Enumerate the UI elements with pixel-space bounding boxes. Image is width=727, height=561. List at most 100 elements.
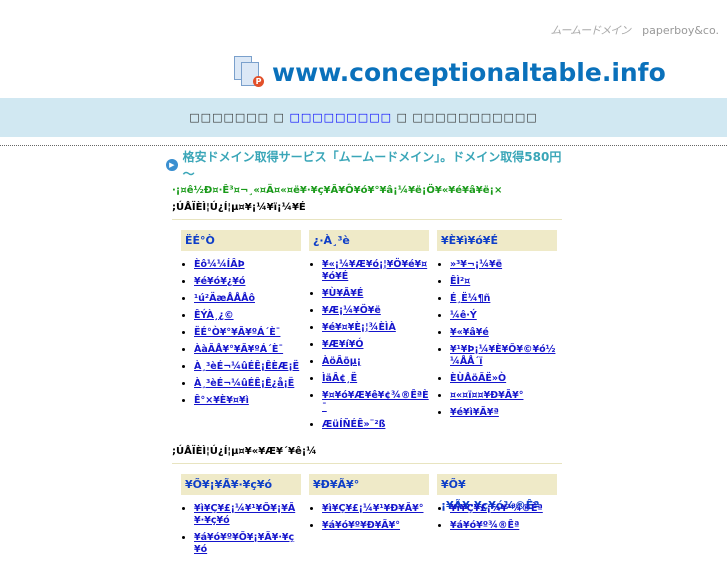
category-list: ¥ì¥Ç¥£¡¼¥¹¥Ð¥Ã¥° ¥á¥ó¥º¥Ð¥Ã¥° [309, 503, 429, 532]
category-link[interactable]: ¥ì¥Ç¥£¡¼¥¹¥Õ¥¡¥Ã¥·¥ç¥ó [194, 503, 295, 526]
category-link[interactable]: ÈÙÅöÃË»Ò [450, 373, 506, 384]
category-link[interactable]: ¥Æ¡¼¥Ö¥ë [322, 305, 381, 316]
list-item: ¥Æ¥í¥Ó [322, 339, 429, 351]
category-link[interactable]: ËÉ°Ò¥°¥Ã¥ºÁ´È¯ [194, 327, 280, 338]
list-item: ¥¤¥ó¥Æ¥ê¥¢¾®ÊªÈ¯ [322, 390, 429, 414]
category-link[interactable]: ÀàÃÅ¥°¥Ã¥ºÁ´È¯ [194, 344, 283, 355]
section-heading: ;ÚÅÏÈÌ¦Ú¿Í¦µ¤¥«¥Æ¥´¥ê¡¼ [172, 446, 562, 464]
list-item: ¥ì¥Ç¥£¡¼¥¹¥Õ¥¡¥Ã¥·¥ç¥ó [194, 503, 301, 527]
list-item: »³¥¬¡¼¥ë [450, 259, 557, 271]
list-item: Ê°×¥È¥¤¥ì [194, 395, 301, 407]
list-item: ¥á¥ó¥º¥Ð¥Ã¥° [322, 520, 429, 532]
dotted-divider [0, 145, 727, 146]
category-link[interactable]: À¸³èÉ¬¼ûÉÊ¡ÊÈÆ¡Ë [194, 361, 299, 372]
category-link[interactable]: »³¥¬¡¼¥ë [450, 259, 502, 270]
list-item: É¸Ë¼¶ñ [450, 293, 557, 305]
category-link[interactable]: Ê°×¥È¥¤¥ì [194, 395, 249, 406]
domain-name: www.conceptionaltable.info [272, 57, 666, 87]
main-content: ▶ 格安ドメイン取得サービス「ムームードメイン」。ドメイン取得580円～ ·¡¤ê… [166, 150, 562, 561]
category-link[interactable]: ¥¤¥ó¥Æ¥ê¥¢¾®ÊªÈ¯ [322, 390, 429, 413]
category-list: ¥«¡¼¥Æ¥ó¡¦¥Ö¥é¥¤¥ó¥É ¥Ù¥Ã¥É ¥Æ¡¼¥Ö¥ë ¥é¥¤¥È… [309, 259, 429, 431]
category-link[interactable]: ÌäÂ¢¸Ë [322, 373, 357, 384]
category-link[interactable]: ¥¹¥Þ¡¼¥È¥Õ¥©¥ó½¼ÅÅ´ï [450, 344, 555, 367]
category-link[interactable]: ¥Æ¥í¥Ó [322, 339, 363, 350]
list-item: ¥á¥ó¥º¥Õ¥¡¥Ã¥·¥ç¥ó [194, 532, 301, 556]
category-column: ¥Õ¥¡¥Ã¥·¥ç¥ó ¥ì¥Ç¥£¡¼¥¹¥Õ¥¡¥Ã¥·¥ç¥ó ¥á¥ó¥º… [181, 474, 301, 561]
list-item: ¥«¥â¥é [450, 327, 557, 339]
category-link[interactable]: ¼ê·Ý [450, 310, 477, 321]
promo-text[interactable]: ·¡¤ê½Ð¤·Ê³¤¬¸«¤Ä¤«¤ë¥·¥ç¥Ã¥Ô¥ó¥°¥â¡¼¥ë¡Ö… [172, 185, 562, 196]
list-item: ÌäÂ¢¸Ë [322, 373, 429, 385]
muumuu-logo[interactable]: ムームードメイン [550, 22, 631, 38]
category-columns: ¥Õ¥¡¥Ã¥·¥ç¥ó ¥ì¥Ç¥£¡¼¥¹¥Õ¥¡¥Ã¥·¥ç¥ó ¥á¥ó¥º… [181, 474, 562, 561]
play-icon: ▶ [166, 159, 178, 171]
category-column: ¥Ð¥Ã¥° ¥ì¥Ç¥£¡¼¥¹¥Ð¥Ã¥° ¥á¥ó¥º¥Ð¥Ã¥° [309, 474, 429, 561]
brand-logos: ムームードメイン paperboy&co. [550, 22, 719, 38]
list-item: ¥ì¥Ç¥£¡¼¥¹¥Ð¥Ã¥° [322, 503, 429, 515]
category-link[interactable]: Èô¼¼ÍÂÞ [194, 259, 245, 270]
list-item: ËÉ°Ò¥°¥Ã¥ºÁ´È¯ [194, 327, 301, 339]
category-link[interactable]: ¥á¥ó¥º¾®Êª [450, 520, 519, 531]
list-item: ¥é¥¤¥È¡¦¾ÈÌÀ [322, 322, 429, 334]
list-item: ¤«¤ï¤¤¥Ð¥Ã¥° [450, 390, 557, 402]
category-columns: ËÉ°Ò Èô¼¼ÍÂÞ ¥é¥ó¥¿¥ó ¹ú²ÄæÅÅÅô ÊÝÀ¸¿© ËÉ°Ò¥°… [181, 230, 562, 436]
list-item: ¥«¡¼¥Æ¥ó¡¦¥Ö¥é¥¤¥ó¥É [322, 259, 429, 283]
category-link[interactable]: ¥é¥ì¥Ã¥ª [450, 407, 499, 418]
category-link[interactable]: ¥«¥â¥é [450, 327, 489, 338]
category-link[interactable]: ¥á¥ó¥º¥Õ¥¡¥Ã¥·¥ç¥ó [194, 532, 294, 555]
nav-text-left: □□□□□□□ □ [189, 111, 285, 124]
category-link[interactable]: ¤«¤ï¤¤¥Ð¥Ã¥° [450, 390, 523, 401]
category-link[interactable]: ¥Ù¥Ã¥É [322, 288, 363, 299]
list-item: ¥Æ¡¼¥Ö¥ë [322, 305, 429, 317]
list-item: ÊÝÀ¸¿© [194, 310, 301, 322]
list-item: ¥é¥ó¥¿¥ó [194, 276, 301, 288]
category-list: ¥ì¥Ç¥£¡¼¥¹¥Õ¥¡¥Ã¥·¥ç¥ó ¥á¥ó¥º¥Õ¥¡¥Ã¥·¥ç¥ó [181, 503, 301, 556]
category-link[interactable]: ¥é¥ó¥¿¥ó [194, 276, 245, 287]
nav-link[interactable]: □□□□□□□□□ [289, 111, 392, 124]
category-list: »³¥¬¡¼¥ë ÊÌ²¤ É¸Ë¼¶ñ ¼ê·Ý ¥«¥â¥é ¥¹¥Þ¡¼¥È¥Õ¥©… [437, 259, 557, 419]
category-column: ¥È¥ì¥ó¥É »³¥¬¡¼¥ë ÊÌ²¤ É¸Ë¼¶ñ ¼ê·Ý ¥«¥â¥é ¥¹¥Þ… [437, 230, 557, 436]
category-link[interactable]: É¸Ë¼¶ñ [450, 293, 490, 304]
category-column: ¿·À¸³è ¥«¡¼¥Æ¥ó¡¦¥Ö¥é¥¤¥ó¥É ¥Ù¥Ã¥É ¥Æ¡¼¥Ö¥ë… [309, 230, 429, 436]
category-column: ËÉ°Ò Èô¼¼ÍÂÞ ¥é¥ó¥¿¥ó ¹ú²ÄæÅÅÅô ÊÝÀ¸¿© ËÉ°Ò¥°… [181, 230, 301, 436]
list-item: ¥¹¥Þ¡¼¥È¥Õ¥©¥ó½¼ÅÅ´ï [450, 344, 557, 368]
document-icon: P [232, 54, 266, 90]
list-item: ¥ì¥Ç¥£¡¼¥¹¾®Êª [450, 503, 557, 515]
category-header: ¥È¥ì¥ó¥É [437, 230, 557, 251]
paperboy-logo[interactable]: paperboy&co. [642, 24, 719, 37]
category-link[interactable]: À¸³èÉ¬¼ûÉÊ¡Ê¿å¡Ë [194, 378, 294, 389]
nav-band: □□□□□□□ □ □□□□□□□□□ □ □□□□□□□□□□□ [0, 98, 727, 137]
category-list: Èô¼¼ÍÂÞ ¥é¥ó¥¿¥ó ¹ú²ÄæÅÅÅô ÊÝÀ¸¿© ËÉ°Ò¥°¥Ã¥º… [181, 259, 301, 407]
site-title: P www.conceptionaltable.info [232, 54, 666, 90]
list-item: ¥é¥ì¥Ã¥ª [450, 407, 557, 419]
category-link[interactable]: ¥é¥¤¥È¡¦¾ÈÌÀ [322, 322, 396, 333]
category-link[interactable]: ¥ì¥Ç¥£¡¼¥¹¾®Êª [450, 503, 543, 514]
list-item: ÆüÍÑÉÊ»¨²ß [322, 419, 429, 431]
category-link[interactable]: ¹ú²ÄæÅÅÅô [194, 293, 255, 304]
list-item: ÊÌ²¤ [450, 276, 557, 288]
list-item: ÀöÂõµ¡ [322, 356, 429, 368]
category-column: ¥Õ¥¡¥Ã¥·¥ç¥ó¾®Êª¥ì¥Ç¥£¡¼¥¹¾®Êª ¥á¥ó¥º¾®Êª [437, 474, 557, 561]
nav-text-right: □ □□□□□□□□□□□ [396, 111, 538, 124]
banner-text: 格安ドメイン取得サービス「ムームードメイン」。ドメイン取得580円～ [182, 150, 562, 181]
list-item: ¼ê·Ý [450, 310, 557, 322]
category-link[interactable]: ÊÝÀ¸¿© [194, 310, 234, 321]
category-link[interactable]: ¥á¥ó¥º¥Ð¥Ã¥° [322, 520, 400, 531]
category-link[interactable]: ¥ì¥Ç¥£¡¼¥¹¥Ð¥Ã¥° [322, 503, 424, 514]
section-heading: ;ÚÅÏÈÌ¦Ú¿Í¦µ¤¥¡¼¥ï¡¼¥É [172, 202, 562, 220]
category-link[interactable]: ÆüÍÑÉÊ»¨²ß [322, 419, 385, 430]
category-header: ¥Õ¥¡¥Ã¥·¥ç¥ó¾®Êª [437, 474, 557, 512]
list-item: ÀàÃÅ¥°¥Ã¥ºÁ´È¯ [194, 344, 301, 356]
list-item: ¹ú²ÄæÅÅÅô [194, 293, 301, 305]
muumuu-banner[interactable]: ▶ 格安ドメイン取得サービス「ムームードメイン」。ドメイン取得580円～ [166, 150, 562, 181]
category-list: ¥ì¥Ç¥£¡¼¥¹¾®Êª ¥á¥ó¥º¾®Êª [437, 503, 557, 532]
list-item: ¥á¥ó¥º¾®Êª [450, 520, 557, 532]
category-link[interactable]: ¥«¡¼¥Æ¥ó¡¦¥Ö¥é¥¤¥ó¥É [322, 259, 427, 282]
category-header: ¿·À¸³è [309, 230, 429, 251]
list-item: À¸³èÉ¬¼ûÉÊ¡ÊÈÆ¡Ë [194, 361, 301, 373]
category-link[interactable]: ÀöÂõµ¡ [322, 356, 361, 367]
list-item: ¥Ù¥Ã¥É [322, 288, 429, 300]
category-link[interactable]: ÊÌ²¤ [450, 276, 470, 287]
list-item: Èô¼¼ÍÂÞ [194, 259, 301, 271]
list-item: ÈÙÅöÃË»Ò [450, 373, 557, 385]
